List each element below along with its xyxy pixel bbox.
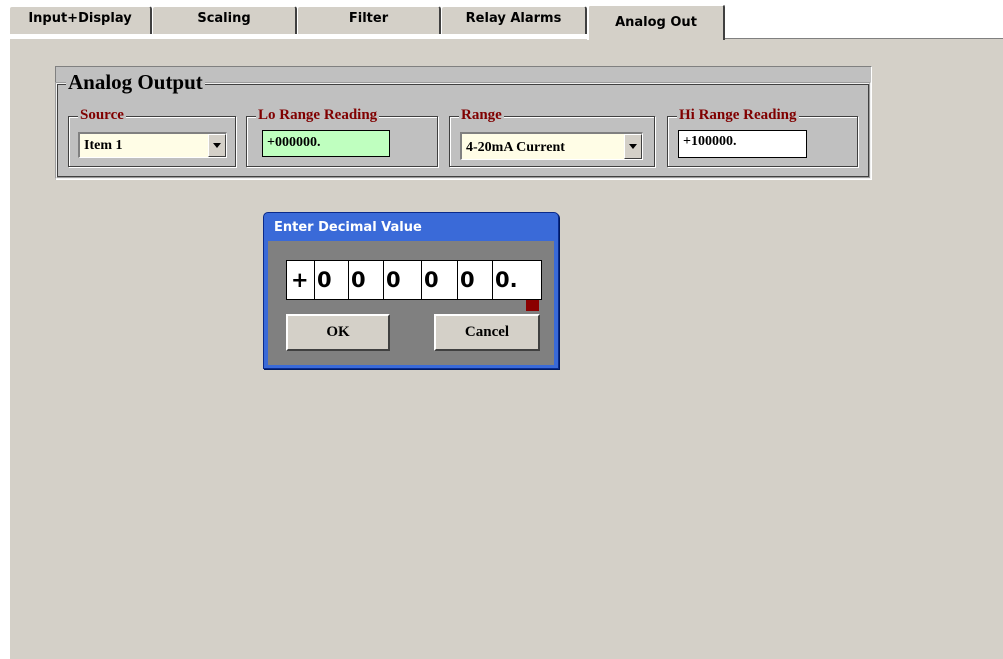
- source-value: Item 1: [84, 138, 123, 153]
- digit-1[interactable]: 0: [315, 261, 349, 299]
- analog-output-title: Analog Output: [66, 70, 205, 94]
- range-label: Range: [459, 106, 504, 124]
- ok-button[interactable]: OK: [286, 314, 390, 351]
- digit-entry: + 0 0 0 0 0 0.: [286, 260, 542, 300]
- range-dropdown-button[interactable]: [624, 134, 642, 159]
- dialog-body: + 0 0 0 0 0 0. OK Cancel: [268, 241, 554, 365]
- source-dropdown-button[interactable]: [208, 134, 226, 157]
- digit-3[interactable]: 0: [384, 261, 422, 299]
- lo-range-label: Lo Range Reading: [256, 106, 380, 124]
- source-dropdown[interactable]: Item 1: [78, 132, 227, 158]
- hi-range-field[interactable]: +100000.: [678, 130, 807, 158]
- tab-filter[interactable]: Filter: [297, 6, 441, 34]
- digit-6[interactable]: 0.: [493, 261, 541, 299]
- cancel-button[interactable]: Cancel: [434, 314, 540, 351]
- sign-digit[interactable]: +: [287, 261, 315, 299]
- digit-2[interactable]: 0: [349, 261, 384, 299]
- range-value: 4-20mA Current: [466, 140, 565, 155]
- tab-strip: Input+Display Scaling Filter Relay Alarm…: [0, 0, 1003, 41]
- source-label: Source: [78, 106, 126, 124]
- lo-range-field[interactable]: +000000.: [262, 130, 390, 157]
- chevron-down-icon: [629, 144, 637, 149]
- enter-decimal-dialog: Enter Decimal Value + 0 0 0 0 0 0. OK Ca…: [263, 212, 559, 369]
- chevron-down-icon: [213, 143, 221, 148]
- tab-strip-edge: [9, 38, 587, 39]
- cursor-marker: [526, 300, 539, 311]
- digit-4[interactable]: 0: [422, 261, 458, 299]
- digit-5[interactable]: 0: [458, 261, 493, 299]
- tab-analog-out[interactable]: Analog Out: [587, 4, 725, 40]
- tab-input-display[interactable]: Input+Display: [9, 6, 152, 34]
- range-dropdown[interactable]: 4-20mA Current: [460, 132, 643, 160]
- dialog-title: Enter Decimal Value: [274, 220, 422, 235]
- tab-relay-alarms[interactable]: Relay Alarms: [441, 6, 587, 34]
- tab-scaling[interactable]: Scaling: [152, 6, 297, 34]
- hi-range-label: Hi Range Reading: [677, 106, 799, 124]
